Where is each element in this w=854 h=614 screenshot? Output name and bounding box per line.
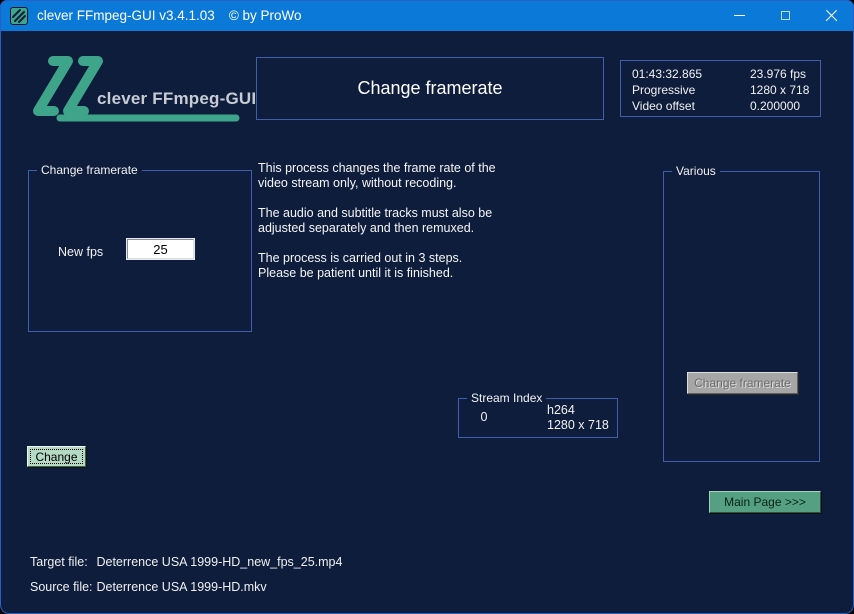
process-description: This process changes the frame rate of t…: [258, 161, 496, 280]
window-controls: [716, 0, 854, 31]
source-file-row: Source file: Deterrence USA 1999-HD.mkv: [30, 580, 267, 594]
stream-index-value: 0: [480, 410, 488, 424]
titlebar: clever FFmpeg-GUI v3.4.1.03 © by ProWo: [0, 0, 854, 31]
stream-index-group-legend: Stream Index: [467, 391, 547, 405]
window-title: clever FFmpeg-GUI v3.4.1.03: [37, 8, 215, 23]
source-file-label: Source file:: [30, 580, 93, 594]
maximize-icon: [780, 11, 790, 20]
minimize-icon: [733, 15, 745, 16]
maximize-button[interactable]: [762, 0, 808, 31]
stream-index-group: Stream Index 0 h264 1280 x 718: [458, 391, 618, 438]
stream-resolution: 1280 x 718: [547, 418, 609, 432]
video-resolution: 1280 x 718: [750, 83, 810, 97]
change-framerate-group-legend: Change framerate: [37, 163, 142, 177]
source-file-value: Deterrence USA 1999-HD.mkv: [96, 580, 267, 594]
page-header-box: Change framerate: [256, 57, 604, 120]
window-title-copyright: © by ProWo: [228, 8, 302, 23]
video-offset-value: 0.200000: [750, 99, 801, 113]
app-icon[interactable]: [10, 6, 28, 25]
video-info-row: 01:43:32.865 23.976 fps: [632, 66, 820, 82]
target-file-label: Target file:: [30, 555, 88, 569]
page-title: Change framerate: [357, 78, 503, 98]
change-framerate-button-disabled[interactable]: Change framerate: [687, 372, 798, 394]
close-icon: [825, 9, 838, 22]
video-duration: 01:43:32.865: [632, 67, 703, 81]
video-fps: 23.976 fps: [750, 67, 807, 81]
various-group-legend: Various: [672, 164, 720, 178]
new-fps-input[interactable]: [127, 239, 194, 259]
change-button[interactable]: Change: [27, 446, 86, 467]
stream-details: h264 1280 x 718: [547, 403, 609, 433]
stream-codec: h264: [547, 403, 575, 417]
video-offset-label: Video offset: [632, 99, 695, 113]
app-window: clever FFmpeg-GUI v3.4.1.03 © by ProWo c…: [0, 0, 854, 614]
various-group: Various Change framerate: [663, 164, 820, 462]
video-info-box: 01:43:32.865 23.976 fps Progressive 1280…: [620, 60, 821, 117]
change-framerate-group: Change framerate New fps: [28, 163, 252, 332]
video-scan-type: Progressive: [632, 83, 696, 97]
new-fps-label: New fps: [58, 245, 104, 259]
video-info-row: Video offset 0.200000: [632, 98, 820, 114]
close-button[interactable]: [808, 0, 854, 31]
main-page-button[interactable]: Main Page >>>: [709, 491, 821, 513]
app-logo-text: clever FFmpeg-GUI: [97, 89, 257, 108]
minimize-button[interactable]: [716, 0, 762, 31]
change-button-label: Change: [35, 449, 78, 464]
video-info-row: Progressive 1280 x 718: [632, 82, 820, 98]
target-file-row: Target file: Deterrence USA 1999-HD_new_…: [30, 555, 342, 569]
target-file-value: Deterrence USA 1999-HD_new_fps_25.mp4: [96, 555, 343, 569]
